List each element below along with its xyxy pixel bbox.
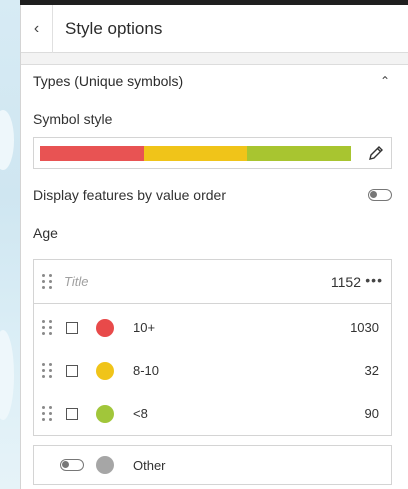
symbol-style-picker[interactable] — [33, 137, 392, 169]
item-label: 8-10 — [133, 363, 160, 378]
drag-handle-icon[interactable] — [42, 319, 52, 336]
title-input[interactable]: Title — [64, 274, 88, 289]
list-item: <8 90 — [34, 392, 391, 435]
item-checkbox[interactable] — [66, 407, 78, 420]
symbol-style-label: Symbol style — [33, 111, 113, 127]
map-feature — [0, 330, 14, 420]
chevron-up-icon[interactable]: ⌃ — [380, 74, 390, 88]
drag-handle-icon[interactable] — [42, 273, 52, 290]
section-title: Types (Unique symbols) — [33, 73, 184, 89]
ramp-swatch — [247, 146, 352, 161]
color-ramp — [40, 146, 352, 161]
ramp-swatch — [143, 146, 248, 161]
item-label: 10+ — [133, 320, 156, 335]
symbol-swatch[interactable] — [96, 404, 114, 423]
ramp-swatch — [40, 146, 144, 161]
map-feature — [0, 110, 14, 170]
list-item: 8-10 32 — [34, 349, 391, 392]
display-order-toggle[interactable] — [368, 189, 392, 201]
ellipsis-icon[interactable]: ••• — [365, 272, 383, 288]
panel-header: ‹ Style options — [21, 4, 408, 53]
map-background — [0, 0, 20, 489]
other-toggle[interactable] — [60, 459, 84, 471]
symbol-swatch[interactable] — [96, 318, 114, 337]
drag-handle-icon[interactable] — [42, 362, 52, 379]
symbol-swatch[interactable] — [96, 361, 114, 380]
other-row: Other — [33, 445, 392, 485]
types-section: Types (Unique symbols) ⌃ Symbol style Di… — [21, 64, 408, 489]
drag-handle-icon[interactable] — [42, 405, 52, 422]
symbol-swatch[interactable] — [96, 456, 114, 474]
list-item: 10+ 1030 — [34, 306, 391, 349]
item-count: 1030 — [350, 320, 379, 335]
item-checkbox[interactable] — [66, 321, 78, 334]
panel-title: Style options — [65, 18, 163, 38]
style-options-panel: ‹ Style options Types (Unique symbols) ⌃… — [20, 4, 408, 489]
item-checkbox[interactable] — [66, 364, 78, 377]
display-order-label: Display features by value order — [33, 187, 226, 203]
total-count: 1152 — [330, 273, 361, 290]
section-header[interactable]: Types (Unique symbols) ⌃ — [21, 65, 408, 97]
field-label: Age — [33, 225, 58, 241]
item-count: 32 — [364, 363, 379, 378]
list-title-row: Title 1152 ••• — [34, 260, 391, 304]
chevron-left-icon: ‹ — [33, 19, 40, 37]
other-label: Other — [133, 457, 166, 473]
display-order-row: Display features by value order — [33, 187, 392, 203]
unique-values-list: Title 1152 ••• 10+ 1030 8-10 32 <8 90 — [33, 259, 392, 436]
item-label: <8 — [133, 406, 148, 421]
back-button[interactable]: ‹ — [21, 4, 53, 53]
item-count: 90 — [364, 406, 379, 421]
pencil-icon[interactable] — [367, 144, 385, 162]
